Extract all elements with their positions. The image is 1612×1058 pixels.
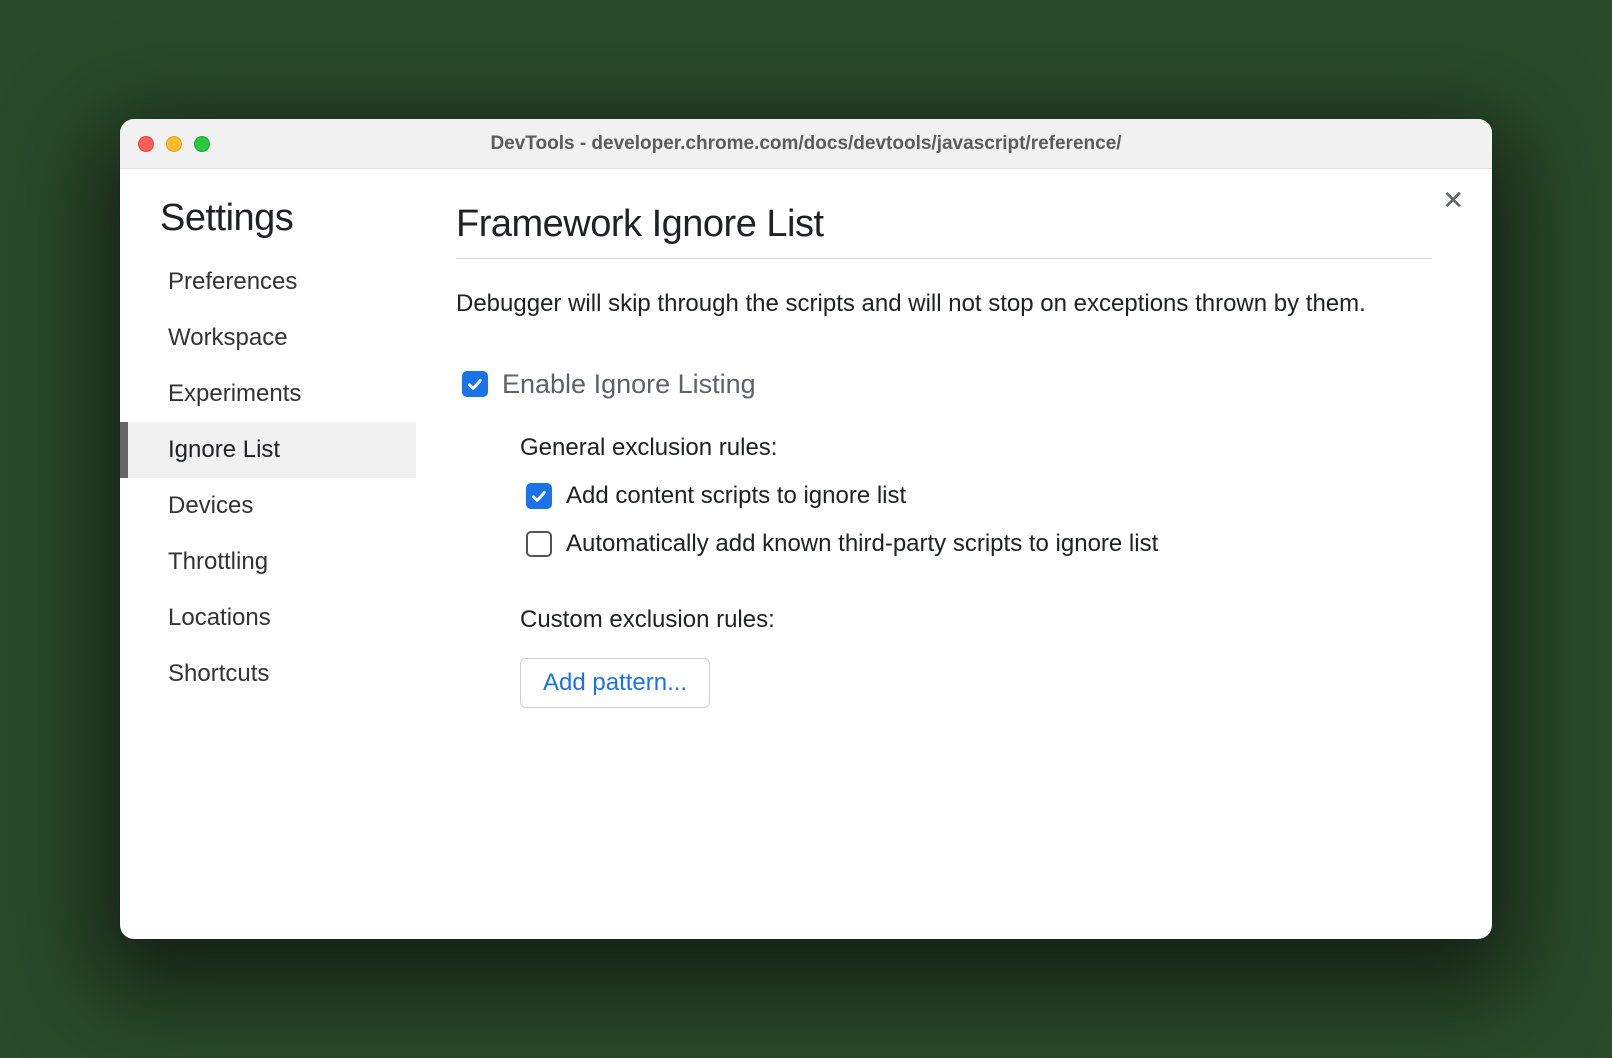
content-scripts-label: Add content scripts to ignore list	[566, 482, 906, 510]
sidebar-item-preferences[interactable]: Preferences	[120, 254, 416, 310]
custom-rules-heading: Custom exclusion rules:	[520, 606, 1432, 634]
content: ✕ Settings Preferences Workspace Experim…	[120, 169, 1492, 939]
window-title: DevTools - developer.chrome.com/docs/dev…	[120, 133, 1492, 155]
divider	[456, 258, 1432, 259]
sidebar-item-devices[interactable]: Devices	[120, 478, 416, 534]
third-party-checkbox[interactable]	[526, 531, 552, 557]
main-panel: Framework Ignore List Debugger will skip…	[416, 169, 1492, 939]
window-close-button[interactable]	[138, 136, 154, 152]
sidebar-item-ignore-list[interactable]: Ignore List	[120, 422, 416, 478]
add-pattern-button[interactable]: Add pattern...	[520, 658, 710, 708]
content-scripts-row: Add content scripts to ignore list	[526, 482, 1432, 510]
sidebar-item-label: Devices	[168, 492, 253, 519]
sidebar-item-label: Preferences	[168, 268, 297, 295]
traffic-lights	[138, 136, 210, 152]
titlebar: DevTools - developer.chrome.com/docs/dev…	[120, 119, 1492, 169]
sidebar-item-label: Shortcuts	[168, 660, 269, 687]
sidebar-item-locations[interactable]: Locations	[120, 590, 416, 646]
page-title: Framework Ignore List	[456, 203, 1432, 258]
sidebar-item-shortcuts[interactable]: Shortcuts	[120, 646, 416, 702]
checkmark-icon	[530, 487, 548, 505]
sidebar-item-workspace[interactable]: Workspace	[120, 310, 416, 366]
general-rules-heading: General exclusion rules:	[520, 434, 1432, 462]
page-description: Debugger will skip through the scripts a…	[456, 287, 1432, 321]
window-minimize-button[interactable]	[166, 136, 182, 152]
sidebar-item-label: Workspace	[168, 324, 288, 351]
content-scripts-checkbox[interactable]	[526, 483, 552, 509]
add-pattern-label: Add pattern...	[543, 669, 687, 696]
sidebar-item-label: Locations	[168, 604, 271, 631]
sidebar-item-label: Experiments	[168, 380, 301, 407]
sidebar-item-throttling[interactable]: Throttling	[120, 534, 416, 590]
enable-ignore-listing-checkbox[interactable]	[462, 371, 488, 397]
sidebar-item-label: Ignore List	[168, 436, 280, 463]
enable-ignore-listing-row: Enable Ignore Listing	[462, 369, 1432, 400]
third-party-row: Automatically add known third-party scri…	[526, 530, 1432, 558]
sidebar-item-experiments[interactable]: Experiments	[120, 366, 416, 422]
app-window: DevTools - developer.chrome.com/docs/dev…	[120, 119, 1492, 939]
enable-ignore-listing-label: Enable Ignore Listing	[502, 369, 756, 400]
window-zoom-button[interactable]	[194, 136, 210, 152]
third-party-label: Automatically add known third-party scri…	[566, 530, 1158, 558]
close-icon[interactable]: ✕	[1442, 187, 1464, 213]
checkmark-icon	[466, 375, 484, 393]
sidebar-item-label: Throttling	[168, 548, 268, 575]
sidebar-title: Settings	[120, 197, 416, 254]
settings-sidebar: Settings Preferences Workspace Experimen…	[120, 169, 416, 939]
